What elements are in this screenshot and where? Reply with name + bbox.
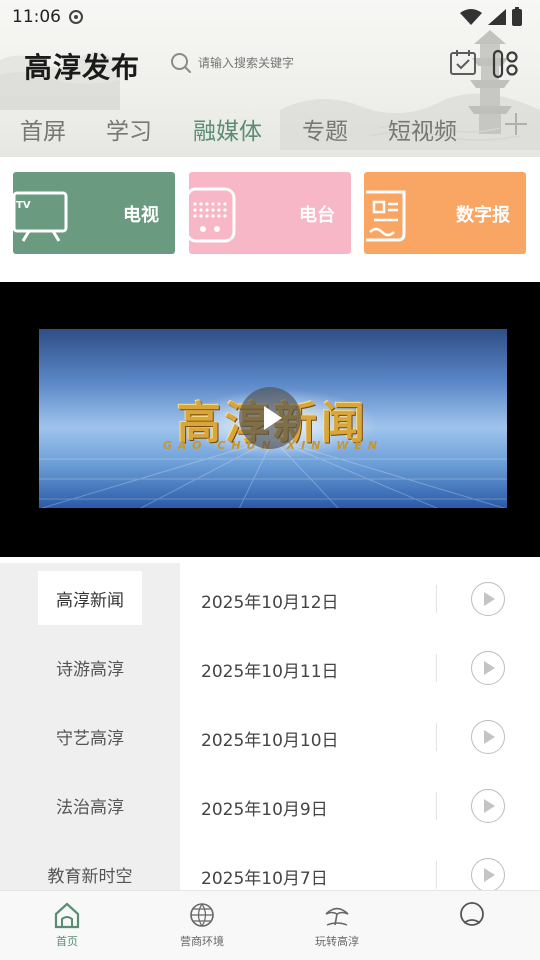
category-education[interactable]: 教育新时空: [38, 847, 142, 890]
nav-business-label: 营商环境: [180, 935, 224, 948]
nav-business-environment[interactable]: 营商环境: [152, 901, 252, 949]
divider: [436, 792, 437, 820]
tab-study[interactable]: 学习: [106, 112, 152, 146]
quick-links: TV 电视 电台 数字报: [0, 172, 540, 254]
divider: [436, 861, 437, 889]
category-gaochun-news[interactable]: 高淳新闻: [38, 571, 142, 625]
nav-home-label: 首页: [56, 935, 78, 948]
episode-row[interactable]: 2025年10月10日: [180, 702, 540, 771]
signal-icon: [488, 9, 506, 25]
episode-date: 2025年10月10日: [201, 731, 339, 751]
tv-button[interactable]: TV 电视: [13, 172, 175, 254]
battery-icon: [512, 6, 522, 26]
episode-row[interactable]: 2025年10月9日: [180, 771, 540, 840]
category-column: 高淳新闻 诗游高淳 守艺高淳 法治高淳 教育新时空: [0, 563, 180, 890]
category-rule-of-law[interactable]: 法治高淳: [38, 778, 142, 832]
tv-icon: TV: [13, 191, 68, 242]
play-circle-icon[interactable]: [471, 720, 505, 754]
program-list: 高淳新闻 诗游高淳 守艺高淳 法治高淳 教育新时空 2025年10月12日 20…: [0, 563, 540, 890]
divider: [436, 654, 437, 682]
video-player[interactable]: 高淳新闻 GAO CHUN XIN WEN: [0, 282, 540, 557]
divider: [436, 585, 437, 613]
scan-icon[interactable]: [492, 49, 520, 79]
app-title: 高淳发布: [24, 51, 141, 84]
nav-explore-gaochun[interactable]: 玩转高淳: [287, 901, 387, 949]
play-circle-icon[interactable]: [471, 789, 505, 823]
episode-row[interactable]: 2025年10月7日: [180, 840, 540, 890]
radio-label: 电台: [299, 205, 335, 226]
radio-icon: [189, 187, 236, 243]
divider: [436, 723, 437, 751]
episode-date: 2025年10月9日: [201, 800, 328, 820]
nav-explore-label: 玩转高淳: [315, 935, 359, 948]
shield-icon: [69, 10, 83, 24]
status-bar: 11:06: [0, 0, 540, 34]
search-box[interactable]: [170, 50, 308, 76]
bottom-nav: 首页 营商环境 玩转高淳: [0, 890, 540, 960]
tab-topics[interactable]: 专题: [302, 112, 348, 146]
tv-label: 电视: [123, 205, 159, 226]
tab-home-screen[interactable]: 首屏: [20, 112, 66, 146]
episode-row[interactable]: 2025年10月11日: [180, 633, 540, 702]
calendar-check-icon[interactable]: [449, 49, 477, 77]
nav-profile[interactable]: [422, 901, 522, 933]
video-thumbnail: 高淳新闻 GAO CHUN XIN WEN: [39, 329, 507, 508]
svg-text:TV: TV: [16, 200, 31, 211]
newspaper-icon: [366, 190, 406, 242]
episode-row[interactable]: 2025年10月12日: [180, 564, 540, 633]
newspaper-button[interactable]: 数字报: [364, 172, 526, 254]
search-input[interactable]: [198, 56, 308, 70]
nav-home[interactable]: 首页: [17, 901, 117, 949]
tab-short-video[interactable]: 短视频: [388, 112, 457, 146]
play-circle-icon[interactable]: [471, 651, 505, 685]
episode-date: 2025年10月11日: [201, 662, 339, 682]
globe-icon: [190, 903, 214, 927]
umbrella-icon: [325, 907, 349, 926]
radio-button[interactable]: 电台: [189, 172, 351, 254]
newspaper-label: 数字报: [456, 205, 510, 226]
channel-tabs: 首屏 学习 融媒体 专题 短视频: [0, 100, 540, 152]
status-time: 11:06: [12, 7, 61, 27]
play-circle-icon[interactable]: [471, 858, 505, 890]
wifi-icon: [460, 9, 482, 25]
tab-media[interactable]: 融媒体: [193, 112, 262, 146]
episode-date: 2025年10月7日: [201, 869, 328, 889]
search-icon: [171, 53, 191, 73]
play-circle-icon[interactable]: [471, 582, 505, 616]
add-channel-icon[interactable]: [502, 110, 530, 138]
home-icon: [54, 902, 80, 929]
profile-icon: [460, 902, 484, 926]
category-craft-heritage[interactable]: 守艺高淳: [38, 709, 142, 763]
play-button[interactable]: [239, 387, 301, 449]
category-poetic-travel[interactable]: 诗游高淳: [38, 640, 142, 694]
episode-date: 2025年10月12日: [201, 593, 339, 613]
